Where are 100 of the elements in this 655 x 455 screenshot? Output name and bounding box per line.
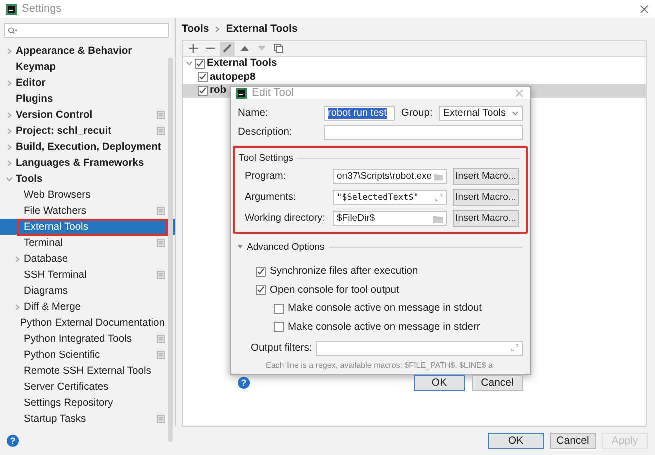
path-field[interactable]: "$SelectedText$"	[333, 190, 447, 205]
dialog-button[interactable]: Cancel	[472, 375, 523, 391]
dialog-button[interactable]: Cancel	[550, 433, 596, 449]
chevron-right-icon[interactable]	[6, 112, 13, 118]
close-icon[interactable]	[640, 4, 649, 14]
checkbox[interactable]	[198, 86, 208, 96]
checkbox-option[interactable]: Make console active on message in stdout	[238, 301, 523, 316]
scrollbar[interactable]	[168, 58, 173, 442]
checkbox[interactable]	[198, 72, 208, 82]
sidebar-item[interactable]: Appearance & Behavior	[0, 43, 175, 59]
output-filters-field[interactable]	[316, 340, 523, 356]
chevron-right-icon[interactable]	[14, 256, 21, 262]
chevron-down-icon[interactable]	[6, 176, 13, 182]
sidebar-item[interactable]: Plugins	[0, 91, 175, 107]
sidebar-item[interactable]: Version Control	[0, 107, 175, 123]
group-title: Advanced Options	[247, 242, 325, 252]
help-icon[interactable]: ?	[7, 435, 19, 447]
search-icon	[8, 26, 18, 34]
chevron-right-icon[interactable]	[6, 48, 13, 54]
sidebar-item[interactable]: Python Scientific	[0, 347, 175, 363]
checkbox-option[interactable]: Synchronize files after execution	[238, 264, 523, 280]
copy-icon	[274, 44, 283, 53]
insert-macro-button[interactable]: Insert Macro...	[453, 189, 519, 206]
page-icon	[157, 127, 165, 135]
checkbox[interactable]	[195, 58, 205, 69]
path-field[interactable]: $FileDir$	[333, 211, 447, 226]
sidebar-item[interactable]: Python External Documentation	[0, 315, 175, 331]
toolbar-button[interactable]	[186, 42, 201, 56]
page-icon	[157, 207, 165, 215]
expand-icon[interactable]	[511, 344, 519, 352]
sidebar-item[interactable]: Remote SSH External Tools	[0, 363, 175, 379]
page-icon	[157, 335, 165, 343]
sidebar-item[interactable]: Languages & Frameworks	[0, 155, 175, 171]
sidebar-item[interactable]: Diff & Merge	[0, 299, 175, 315]
sidebar-item[interactable]: Terminal	[0, 235, 175, 251]
chevron-right-icon[interactable]	[6, 144, 13, 150]
sidebar-item[interactable]: Web Browsers	[0, 187, 175, 203]
field-label: Description:	[238, 126, 294, 138]
sidebar-item[interactable]: Project: schl_recuit	[0, 123, 175, 139]
page-icon	[157, 239, 165, 247]
tree-row[interactable]: External Tools	[183, 57, 646, 70]
group-dropdown[interactable]: External Tools	[439, 106, 523, 120]
window-title: Settings	[22, 3, 63, 15]
field-label: Program:	[244, 171, 288, 182]
sidebar-item[interactable]: Python Integrated Tools	[0, 331, 175, 347]
sidebar-item[interactable]: External Tools	[0, 219, 175, 235]
sidebar-item[interactable]: Settings Repository	[0, 395, 175, 411]
chevron-right-icon[interactable]	[6, 160, 13, 166]
description-field[interactable]	[324, 124, 523, 140]
breadcrumb-item[interactable]: Tools	[182, 23, 210, 35]
chevron-down-icon[interactable]	[186, 60, 193, 68]
insert-macro-button[interactable]: Insert Macro...	[453, 168, 519, 185]
group-title: Tool Settings	[239, 152, 294, 164]
field-label: Output filters:	[250, 342, 310, 354]
sidebar-item[interactable]: File Watchers	[0, 203, 175, 219]
sidebar-item[interactable]: Server Certificates	[0, 379, 175, 395]
sidebar-item[interactable]: Startup Tasks	[0, 411, 175, 427]
breadcrumb-item[interactable]: External Tools	[226, 23, 298, 35]
dialog-button[interactable]: OK	[488, 433, 544, 449]
field-label: Name:	[238, 108, 270, 118]
triangle-down-icon[interactable]	[238, 244, 243, 250]
down-triangle-icon	[258, 46, 266, 51]
tree-row[interactable]: autopep8	[183, 70, 646, 84]
chevron-right-icon	[215, 26, 220, 32]
chevron-down-icon	[512, 110, 519, 116]
hint-text: Each line is a regex, available macros: $FILE_PATH$, $LINE$ a	[265, 360, 493, 372]
dialog-button[interactable]: OK	[414, 375, 465, 391]
checkbox-option[interactable]: Make console active on message in stderr	[238, 320, 523, 335]
sidebar-item[interactable]: SSH Terminal	[0, 267, 175, 283]
chevron-right-icon[interactable]	[14, 304, 21, 310]
page-icon	[157, 415, 165, 423]
page-icon	[157, 351, 165, 359]
folder-icon[interactable]	[433, 214, 443, 222]
field-label: Group:	[401, 108, 434, 118]
sidebar-item[interactable]: Database	[0, 251, 175, 267]
chevron-right-icon[interactable]	[6, 128, 13, 134]
sidebar-item[interactable]: Keymap	[0, 59, 175, 75]
checkbox[interactable]	[274, 304, 284, 314]
page-icon	[157, 271, 165, 279]
checkbox[interactable]	[256, 285, 266, 296]
toolbar-button[interactable]	[271, 42, 286, 56]
chevron-right-icon[interactable]	[6, 80, 13, 86]
checkbox[interactable]	[274, 322, 284, 332]
sidebar-item[interactable]: Build, Execution, Deployment	[0, 139, 175, 155]
close-icon[interactable]	[515, 88, 524, 98]
sidebar-item[interactable]: Tools	[0, 171, 175, 187]
toolbar-button[interactable]	[220, 42, 235, 56]
sidebar-item[interactable]: Editor	[0, 75, 175, 91]
sidebar-item[interactable]: Diagrams	[0, 283, 175, 299]
expand-icon[interactable]	[435, 194, 443, 202]
up-triangle-icon	[240, 46, 248, 51]
search-field[interactable]	[4, 23, 169, 38]
pencil-icon	[223, 44, 232, 53]
folder-icon[interactable]	[434, 172, 443, 180]
insert-macro-button[interactable]: Insert Macro...	[453, 210, 519, 227]
checkbox-option[interactable]: Open console for tool output	[238, 282, 523, 298]
checkbox[interactable]	[256, 266, 266, 277]
path-field[interactable]: on37\Scripts\robot.exe	[333, 169, 447, 184]
name-field[interactable]: robot run test	[324, 106, 396, 120]
app-icon	[6, 4, 17, 14]
